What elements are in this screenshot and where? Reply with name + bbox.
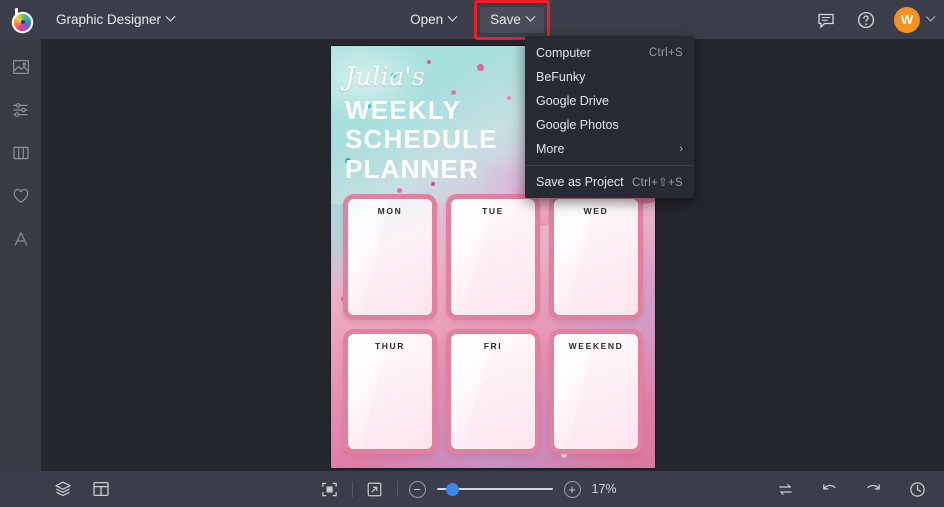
menu-item-shortcut: Ctrl+S (648, 47, 683, 59)
sidebar-item-edit[interactable] (6, 95, 36, 125)
toolbar-divider (396, 481, 398, 497)
zoom-level-value: 17% (591, 482, 617, 496)
menu-item-shortcut: Ctrl+⇧+S (631, 177, 683, 189)
day-card[interactable]: WED (549, 194, 643, 320)
header-left-group: Graphic Designer (0, 0, 184, 39)
chevron-down-icon (525, 11, 536, 22)
help-icon[interactable] (854, 8, 878, 32)
open-label: Open (410, 12, 444, 27)
history-icon[interactable] (906, 478, 928, 500)
befunky-graphic-designer-app: Graphic Designer Open Save W Julia's WEE… (0, 0, 944, 507)
day-card[interactable]: FRI (446, 328, 540, 454)
zoom-out-button[interactable]: − (408, 480, 426, 498)
day-card-inner (451, 198, 535, 315)
layout-icon[interactable] (90, 478, 112, 500)
canvas-title-line-3: PLANNER (345, 153, 480, 184)
day-card-inner (348, 198, 432, 315)
save-label: Save (490, 12, 521, 27)
sidebar-item-graphics[interactable] (6, 181, 36, 211)
expand-icon[interactable] (364, 478, 386, 500)
day-card-inner (348, 333, 432, 450)
menu-item-google-drive[interactable]: Google Drive (525, 89, 694, 113)
day-card[interactable]: WEEKEND (549, 328, 643, 454)
zoom-in-button[interactable]: + (563, 480, 581, 498)
compare-icon[interactable] (774, 478, 796, 500)
canvas-title-line-2: SCHEDULE (345, 124, 498, 155)
open-button[interactable]: Open (400, 7, 466, 33)
chevron-down-icon (447, 11, 458, 22)
chevron-down-icon (925, 11, 936, 22)
sidebar-item-image[interactable] (6, 52, 36, 82)
day-card[interactable]: THUR (343, 328, 437, 454)
account-menu[interactable]: W (894, 6, 936, 33)
day-card-grid: MON TUE WED THUR FRI WEEKEND (343, 194, 643, 454)
day-card-label: FRI (483, 340, 503, 351)
day-card-label: WED (583, 206, 609, 216)
menu-item-label: Google Photos (536, 118, 619, 132)
bottom-right-group (774, 478, 928, 500)
day-card-label: MON (377, 206, 403, 216)
day-card-label: WEEKEND (568, 340, 624, 351)
chat-icon[interactable] (814, 8, 838, 32)
menu-item-label: Computer (536, 46, 591, 60)
left-sidebar (0, 39, 41, 507)
menu-item-computer[interactable]: Computer Ctrl+S (525, 41, 694, 65)
sidebar-item-templates[interactable] (6, 138, 36, 168)
canvas-title-line-1: WEEKLY (345, 95, 462, 125)
day-card[interactable]: TUE (446, 194, 540, 320)
menu-item-google-photos[interactable]: Google Photos (525, 113, 694, 137)
menu-item-label: Save as Project (536, 175, 624, 189)
top-header-bar: Graphic Designer Open Save W (0, 0, 944, 40)
bottom-toolbar: − + 17% (0, 471, 944, 507)
canvas-script-title: Julia's (345, 62, 426, 91)
menu-item-save-as-project[interactable]: Save as Project Ctrl+⇧+S (525, 170, 694, 194)
menu-item-label: Google Drive (536, 94, 609, 108)
chevron-right-icon: › (679, 142, 683, 155)
avatar[interactable]: W (894, 6, 920, 33)
redo-icon[interactable] (862, 478, 884, 500)
menu-divider (525, 165, 694, 166)
undo-icon[interactable] (818, 478, 840, 500)
workspace-label: Graphic Designer (56, 12, 162, 27)
save-button[interactable]: Save (474, 0, 550, 40)
zoom-slider[interactable] (436, 481, 553, 497)
canvas-workarea[interactable]: Julia's WEEKLY SCHEDULE PLANNER MON TUE (41, 39, 944, 471)
header-right-group: W (814, 0, 936, 39)
workspace-switcher-button[interactable]: Graphic Designer (46, 7, 184, 33)
save-dropdown-menu: Computer Ctrl+S BeFunky Google Drive Goo… (525, 36, 694, 198)
sidebar-item-text[interactable] (6, 224, 36, 254)
day-card-inner (451, 333, 535, 450)
canvas-title-block[interactable]: Julia's WEEKLY SCHEDULE PLANNER (345, 64, 535, 184)
befunky-logo-icon[interactable] (8, 5, 38, 35)
logo-color-wheel (14, 13, 31, 31)
day-card-inner (554, 198, 638, 315)
zoom-slider-handle[interactable] (445, 482, 459, 496)
day-card-inner (554, 333, 638, 450)
day-card-label: TUE (482, 206, 504, 216)
fit-to-screen-icon[interactable] (319, 478, 341, 500)
day-card-label: THUR (374, 340, 405, 351)
chevron-down-icon (165, 11, 176, 22)
layers-icon[interactable] (52, 478, 74, 500)
menu-item-befunky[interactable]: BeFunky (525, 65, 694, 89)
bottom-left-group (0, 478, 112, 500)
menu-item-label: BeFunky (536, 70, 586, 84)
menu-item-more[interactable]: More › (525, 137, 694, 161)
menu-item-label: More (536, 142, 565, 156)
toolbar-divider (351, 481, 353, 497)
day-card[interactable]: MON (343, 194, 437, 320)
